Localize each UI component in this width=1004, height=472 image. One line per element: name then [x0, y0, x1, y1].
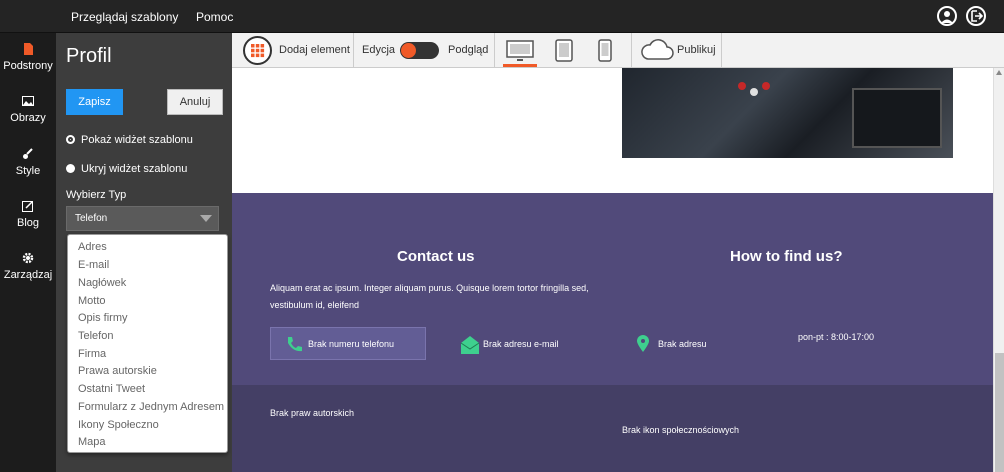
- editor-toolbar: Dodaj element Edycja Podgląd Publikuj: [232, 33, 1004, 68]
- nav-item-obrazy[interactable]: Obrazy: [0, 95, 56, 124]
- toolbar-divider: [353, 33, 354, 68]
- scrollbar-thumb[interactable]: [995, 353, 1004, 472]
- dropdown-option[interactable]: Opis firmy: [78, 312, 128, 324]
- radio-selected-icon: [66, 135, 75, 144]
- file-icon: [22, 43, 34, 55]
- dropdown-option[interactable]: Nagłówek: [78, 277, 126, 289]
- nav-item-label: Style: [15, 165, 41, 177]
- dropdown-option[interactable]: Firma: [78, 348, 106, 360]
- dropdown-option[interactable]: Ostatni Tweet: [78, 383, 145, 395]
- preview-mode-label: Podgląd: [448, 44, 489, 56]
- dropdown-option[interactable]: Formularz z Jednym Adresem E: [78, 401, 227, 413]
- opening-hours: pon-pt : 8:00-17:00: [798, 332, 875, 342]
- save-button[interactable]: Zapisz: [66, 89, 123, 115]
- top-bar: Przeglądaj szablony Pomoc: [0, 0, 1004, 33]
- photo-detail: [738, 82, 746, 90]
- left-nav: Podstrony Obrazy Style Blog Zarządzaj: [0, 33, 56, 472]
- tablet-view-icon[interactable]: [554, 39, 574, 63]
- email-icon: [460, 335, 480, 355]
- map-pin-icon: [637, 335, 649, 353]
- desktop-view-icon[interactable]: [503, 39, 537, 67]
- contact-title: Contact us: [397, 248, 475, 265]
- edit-mode-label: Edycja: [362, 44, 396, 56]
- page-scrollbar[interactable]: [993, 68, 1004, 472]
- phone-text: Brak numeru telefonu: [308, 339, 395, 349]
- panel-title: Profil: [66, 45, 112, 67]
- nav-item-label: Podstrony: [3, 60, 53, 72]
- radio-show-widget[interactable]: Pokaż widżet szablonu: [66, 134, 193, 146]
- dropdown-option[interactable]: Telefon: [78, 330, 113, 342]
- photo-detail: [750, 88, 758, 96]
- add-element-button[interactable]: Dodaj element: [279, 44, 350, 56]
- publish-button[interactable]: Publikuj: [677, 44, 716, 56]
- radio-icon: [66, 164, 75, 173]
- type-select[interactable]: Telefon: [66, 206, 219, 231]
- dropdown-option[interactable]: Ikony Społeczno: [78, 419, 159, 431]
- email-text: Brak adresu e-mail: [483, 339, 559, 349]
- footer-section: Brak praw autorskich Brak ikon społeczno…: [232, 385, 993, 472]
- edit-icon: [22, 200, 34, 212]
- turntable-photo: [622, 68, 953, 158]
- copyright-text: Brak praw autorskich: [270, 408, 355, 418]
- type-label: Wybierz Typ: [66, 189, 127, 201]
- add-element-grid-icon[interactable]: [243, 36, 272, 65]
- nav-item-label: Zarządzaj: [3, 269, 53, 281]
- social-icons-text: Brak ikon społecznościowych: [622, 425, 740, 435]
- phone-icon: [285, 335, 303, 353]
- dropdown-option[interactable]: Adres: [78, 241, 107, 253]
- cloud-icon[interactable]: [640, 39, 674, 61]
- nav-item-label: Blog: [16, 217, 40, 229]
- toggle-knob: [401, 43, 416, 58]
- user-icon[interactable]: [937, 6, 957, 26]
- gear-icon: [22, 252, 34, 264]
- nav-help[interactable]: Pomoc: [196, 10, 233, 24]
- radio-hide-widget[interactable]: Ukryj widżet szablonu: [66, 163, 187, 175]
- toolbar-divider: [721, 33, 722, 68]
- chevron-down-icon: [200, 215, 212, 222]
- toolbar-divider: [631, 33, 632, 68]
- photo-detail: [762, 82, 770, 90]
- dropdown-option[interactable]: Prawa autorskie: [78, 365, 157, 377]
- nav-item-podstrony[interactable]: Podstrony: [0, 43, 56, 72]
- edit-preview-toggle[interactable]: [400, 42, 439, 59]
- phone-box[interactable]: Brak numeru telefonu: [270, 327, 426, 360]
- dropdown-option[interactable]: E-mail: [78, 259, 109, 271]
- image-icon: [22, 95, 34, 107]
- logout-icon[interactable]: [966, 6, 986, 26]
- contact-section: Contact us Aliquam erat ac ipsum. Intege…: [232, 193, 993, 385]
- type-dropdown-list: Adres E-mail Nagłówek Motto Opis firmy T…: [67, 234, 228, 453]
- radio-hide-label: Ukryj widżet szablonu: [81, 163, 188, 175]
- toolbar-divider: [494, 33, 495, 68]
- radio-show-label: Pokaż widżet szablonu: [81, 134, 193, 146]
- scroll-up-icon[interactable]: [996, 70, 1002, 75]
- photo-detail: [852, 88, 942, 148]
- contact-text: Aliquam erat ac ipsum. Integer aliquam p…: [270, 283, 589, 310]
- nav-browse-templates[interactable]: Przeglądaj szablony: [71, 10, 178, 24]
- nav-item-label: Obrazy: [10, 112, 46, 124]
- address-text: Brak adresu: [658, 339, 707, 349]
- dropdown-option[interactable]: Mapa: [78, 436, 106, 448]
- brush-icon: [22, 148, 34, 160]
- find-us-title: How to find us?: [730, 248, 843, 265]
- dropdown-option[interactable]: Motto: [78, 295, 106, 307]
- mobile-view-icon[interactable]: [598, 39, 612, 63]
- cancel-button[interactable]: Anuluj: [167, 89, 223, 115]
- nav-item-blog[interactable]: Blog: [0, 200, 56, 229]
- nav-item-zarzadzaj[interactable]: Zarządzaj: [0, 252, 56, 281]
- nav-item-style[interactable]: Style: [0, 148, 56, 177]
- type-select-value: Telefon: [75, 213, 108, 224]
- page-preview: Contact us Aliquam erat ac ipsum. Intege…: [232, 68, 993, 472]
